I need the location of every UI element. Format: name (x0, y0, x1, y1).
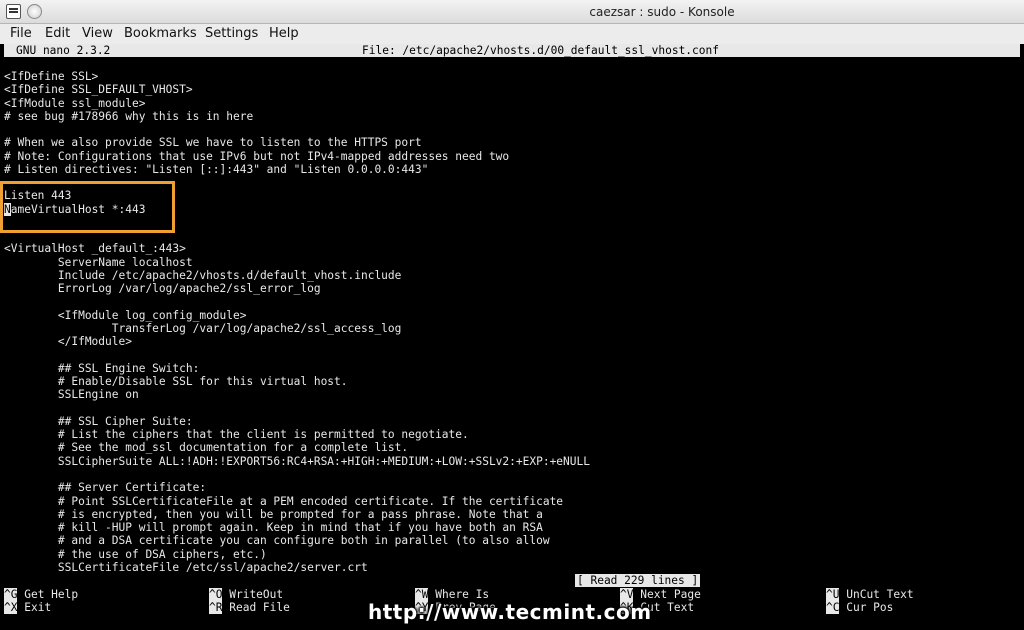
code-line: </IfModule> (4, 335, 132, 349)
code-line: <IfDefine SSL> (4, 70, 99, 83)
shortcut-exit[interactable]: ^X Exit (4, 601, 51, 614)
status-message: [ Read 229 lines ] (575, 574, 701, 587)
code-line: SSLEngine on (4, 388, 139, 402)
code-line: <IfModule log_config_module> (4, 308, 247, 322)
menu-view[interactable]: View (82, 24, 113, 44)
code-line: # When we also provide SSL we have to li… (4, 136, 422, 150)
shortcut-uncut-text[interactable]: ^U UnCut Text (826, 588, 914, 601)
menu-help[interactable]: Help (269, 24, 299, 44)
code-line: # Listen directives: "Listen [::]:443" a… (4, 162, 429, 176)
window-titlebar: caezsar : sudo - Konsole (0, 0, 1024, 24)
window-title: caezsar : sudo - Konsole (589, 5, 735, 19)
code-line: TransferLog /var/log/apache2/ssl_access_… (4, 322, 402, 336)
code-line: # see bug #178966 why this is in here (4, 109, 254, 123)
code-line: ## Server Certificate: (4, 481, 207, 495)
code-line: <IfModule ssl_module> (4, 96, 146, 110)
watermark: http://www.tecmint.com (368, 600, 652, 624)
code-line: # Point SSLCertificateFile at a PEM enco… (4, 494, 564, 508)
code-line: # See the mod_ssl documentation for a co… (4, 441, 409, 455)
code-line: # Enable/Disable SSL for this virtual ho… (4, 375, 348, 389)
menu-settings[interactable]: Settings (205, 24, 258, 44)
shortcut-cur-pos[interactable]: ^C Cur Pos (826, 601, 893, 614)
menu-edit[interactable]: Edit (45, 24, 70, 44)
shortcut-writeout[interactable]: ^O WriteOut (209, 588, 283, 601)
highlight-box (0, 181, 175, 233)
shortcut-read-file[interactable]: ^R Read File (209, 601, 290, 614)
shortcut-get-help[interactable]: ^G Get Help (4, 588, 78, 601)
code-line: # Note: Configurations that use IPv6 but… (4, 149, 510, 163)
nano-file-name: File: /etc/apache2/vhosts.d/00_default_s… (362, 44, 719, 57)
code-line: SSLCipherSuite ALL:!ADH:!EXPORT56:RC4+RS… (4, 454, 590, 468)
code-line: <VirtualHost _default_:443> (4, 242, 186, 256)
terminal-area[interactable]: GNU nano 2.3.2 File: /etc/apache2/vhosts… (0, 44, 1024, 630)
code-line: <IfDefine SSL_DEFAULT_VHOST> (4, 83, 193, 97)
nano-version: GNU nano 2.3.2 (16, 44, 111, 57)
code-line: ## SSL Cipher Suite: (4, 414, 193, 428)
code-line: ServerName localhost (4, 255, 193, 269)
nano-title-bar: GNU nano 2.3.2 File: /etc/apache2/vhosts… (4, 44, 1020, 57)
code-line: ErrorLog /var/log/apache2/ssl_error_log (4, 282, 321, 296)
code-line: # the use of DSA ciphers, etc.) (4, 547, 267, 561)
menu-file[interactable]: File (10, 24, 32, 44)
code-line: SSLCertificateFile /etc/ssl/apache2/serv… (4, 560, 368, 574)
code-line: # kill -HUP will prompt again. Keep in m… (4, 521, 543, 535)
code-line: # and a DSA certificate you can configur… (4, 534, 550, 548)
code-line: ## SSL Engine Switch: (4, 361, 200, 375)
file-content[interactable]: <IfDefine SSL> <IfDefine SSL_DEFAULT_VHO… (4, 70, 590, 574)
menu-bookmarks[interactable]: Bookmarks (124, 24, 197, 44)
menubar: File Edit View Bookmarks Settings Help (0, 24, 1024, 44)
code-line: Include /etc/apache2/vhosts.d/default_vh… (4, 268, 402, 282)
code-line: # is encrypted, then you will be prompte… (4, 507, 543, 521)
code-line: # List the ciphers that the client is pe… (4, 428, 469, 442)
